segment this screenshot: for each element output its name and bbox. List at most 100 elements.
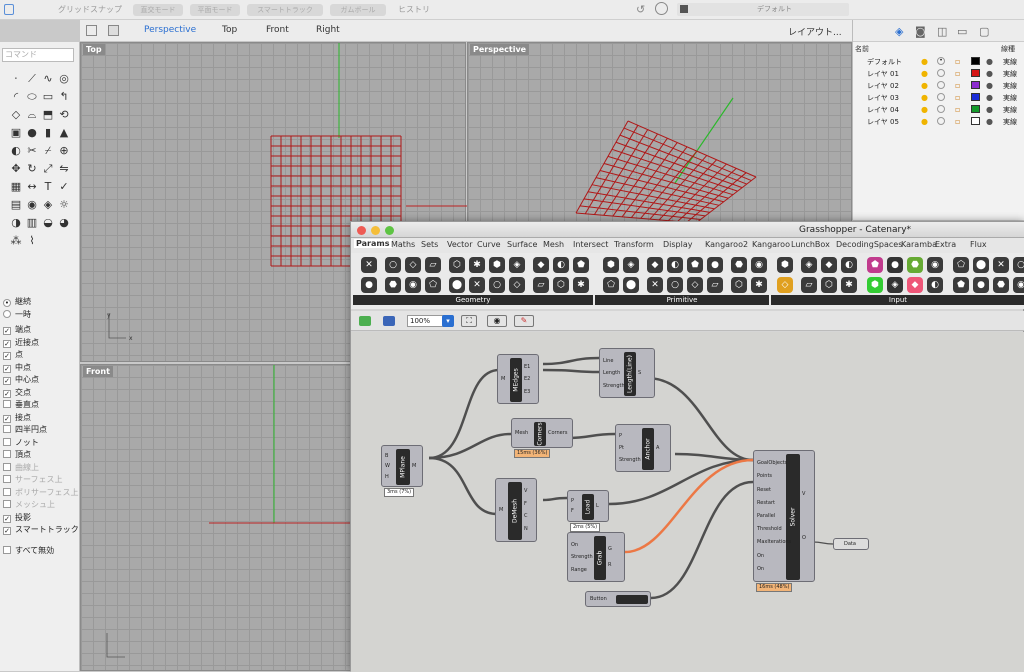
input-pin[interactable]: Reset: [757, 487, 771, 493]
geometry-param-icon[interactable]: ⬟: [573, 257, 589, 273]
surface-tool-icon[interactable]: ◇: [8, 107, 24, 123]
input-param-icon[interactable]: ◐: [841, 257, 857, 273]
input-param-icon[interactable]: ◉: [927, 257, 943, 273]
layer-linetype[interactable]: 実線: [1003, 117, 1017, 127]
primitive-param-icon[interactable]: ⬡: [731, 277, 747, 293]
save-file-icon[interactable]: [383, 316, 395, 326]
checkbox[interactable]: ✓: [3, 377, 11, 385]
material-tool-icon[interactable]: ◈: [40, 197, 56, 213]
output-pin[interactable]: E2: [524, 376, 530, 382]
gh-component-mplane[interactable]: MPlane B W H M: [381, 445, 423, 487]
osnap-item[interactable]: ✓ 点: [3, 349, 23, 361]
gh-tab-intersect[interactable]: Intersect: [573, 240, 608, 249]
gh-tab-display[interactable]: Display: [663, 240, 693, 249]
lightbulb-icon[interactable]: ●: [921, 105, 928, 114]
box-tool-icon[interactable]: ▣: [8, 125, 24, 141]
revolve-tool-icon[interactable]: ⟲: [56, 107, 72, 123]
maximize-icon[interactable]: [385, 226, 394, 235]
tab-perspective[interactable]: Perspective: [144, 25, 196, 35]
checkbox[interactable]: ✓: [3, 327, 11, 335]
layer-row[interactable]: デフォルト ● • ▫ ● 実線: [853, 56, 1024, 68]
geometry-param-icon[interactable]: ✕: [361, 257, 377, 273]
undo-icon[interactable]: ↺: [636, 3, 645, 16]
geometry-param-icon[interactable]: ◇: [509, 277, 525, 293]
gh-component-medges[interactable]: MEdges M E1 E2 E3: [497, 354, 539, 404]
gh-tab-params[interactable]: Params: [354, 239, 392, 248]
boolean-tool-icon[interactable]: ◐: [8, 143, 24, 159]
layer-color-swatch[interactable]: [971, 105, 980, 113]
gh-component-load[interactable]: Load P F L: [567, 490, 609, 522]
join-tool-icon[interactable]: ⊕: [56, 143, 72, 159]
layer-linetype[interactable]: 実線: [1003, 57, 1017, 67]
gh-tab-sets[interactable]: Sets: [421, 240, 438, 249]
gh-tab-vector[interactable]: Vector: [447, 240, 473, 249]
grid-snap-toggle[interactable]: グリッドスナップ: [58, 4, 122, 15]
mesh-tool-icon[interactable]: ▤: [8, 197, 24, 213]
checkbox[interactable]: ✓: [3, 527, 11, 535]
zoom-extents-icon[interactable]: ⛶: [461, 315, 477, 327]
geometry-param-icon[interactable]: ▱: [425, 257, 441, 273]
lock-icon[interactable]: ▫: [955, 117, 960, 126]
rectangle-tool-icon[interactable]: ▭: [40, 89, 56, 105]
lightbulb-icon[interactable]: ●: [921, 117, 928, 126]
output-pin[interactable]: L: [596, 503, 599, 509]
curvature-tool-icon[interactable]: ◒: [40, 215, 56, 231]
color-tool-icon[interactable]: ◕: [56, 215, 72, 231]
preview-eye-icon[interactable]: ◉: [487, 315, 507, 327]
input-pin[interactable]: Points: [757, 473, 772, 479]
gh-tab-flux[interactable]: Flux: [970, 240, 987, 249]
output-pin[interactable]: E3: [524, 389, 530, 395]
checkbox[interactable]: ✓: [3, 389, 11, 398]
lock-icon[interactable]: ▫: [955, 81, 960, 90]
fillet-tool-icon[interactable]: ↰: [56, 89, 72, 105]
osnap-item[interactable]: ポリサーフェス上: [3, 487, 79, 499]
output-pin[interactable]: E1: [524, 364, 530, 370]
osnap-item[interactable]: ✓ 交点: [3, 387, 31, 399]
checkbox[interactable]: [3, 437, 11, 446]
single-view-icon[interactable]: [86, 25, 97, 36]
input-param-icon[interactable]: ◇: [777, 277, 793, 293]
input-pin[interactable]: B: [385, 453, 388, 459]
geometry-param-icon[interactable]: ◇: [405, 257, 421, 273]
layout-menu[interactable]: レイアウト...: [788, 25, 842, 38]
input-pin[interactable]: P: [571, 498, 574, 504]
osnap-item[interactable]: ✓ 近接点: [3, 337, 39, 349]
trim-tool-icon[interactable]: ⌿: [40, 143, 56, 159]
output-pin[interactable]: C: [524, 513, 528, 519]
gh-component-grab[interactable]: Grab On Strength Range G R: [567, 532, 625, 582]
checkbox[interactable]: [3, 425, 11, 433]
gh-tab-lunchbox[interactable]: LunchBox: [791, 240, 830, 249]
gh-tab-surface[interactable]: Surface: [507, 240, 537, 249]
input-pin[interactable]: On: [757, 553, 764, 559]
panel-icon[interactable]: ▭: [957, 25, 967, 38]
input-param-icon[interactable]: ◆: [907, 277, 923, 293]
input-pin[interactable]: On: [757, 566, 764, 572]
drape-tool-icon[interactable]: ⌇: [24, 233, 40, 249]
input-param-icon[interactable]: ◐: [927, 277, 943, 293]
properties-icon[interactable]: ◫: [937, 25, 947, 38]
checkbox[interactable]: [3, 487, 11, 496]
lock-icon[interactable]: ▫: [955, 69, 960, 78]
layer-row[interactable]: レイヤ 05 ● ▫ ● 実線: [853, 116, 1024, 128]
input-param-icon[interactable]: ●: [973, 277, 989, 293]
viewport-perspective[interactable]: Perspective: [467, 42, 852, 223]
loft-tool-icon[interactable]: ⌓: [24, 107, 40, 123]
gh-tab-extra[interactable]: Extra: [935, 240, 956, 249]
split-tool-icon[interactable]: ✂: [24, 143, 40, 159]
input-pin[interactable]: Strength: [603, 383, 625, 389]
layer-linetype[interactable]: 実線: [1003, 81, 1017, 91]
primitive-param-icon[interactable]: ✕: [647, 277, 663, 293]
layers-icon[interactable]: ◈: [895, 25, 903, 38]
lock-icon[interactable]: ▫: [955, 105, 960, 114]
lightbulb-icon[interactable]: ●: [921, 93, 928, 102]
gumball-toggle[interactable]: ガムボール: [330, 4, 386, 16]
primitive-param-icon[interactable]: ▱: [707, 277, 723, 293]
geometry-param-icon[interactable]: ⬡: [449, 257, 465, 273]
cylinder-tool-icon[interactable]: ▮: [40, 125, 56, 141]
geometry-param-icon[interactable]: ○: [385, 257, 401, 273]
output-pin[interactable]: O: [802, 535, 806, 541]
input-pin[interactable]: On: [571, 542, 578, 548]
primitive-param-icon[interactable]: ✱: [751, 277, 767, 293]
dimension-tool-icon[interactable]: ↔: [24, 179, 40, 195]
primitive-param-icon[interactable]: ●: [707, 257, 723, 273]
